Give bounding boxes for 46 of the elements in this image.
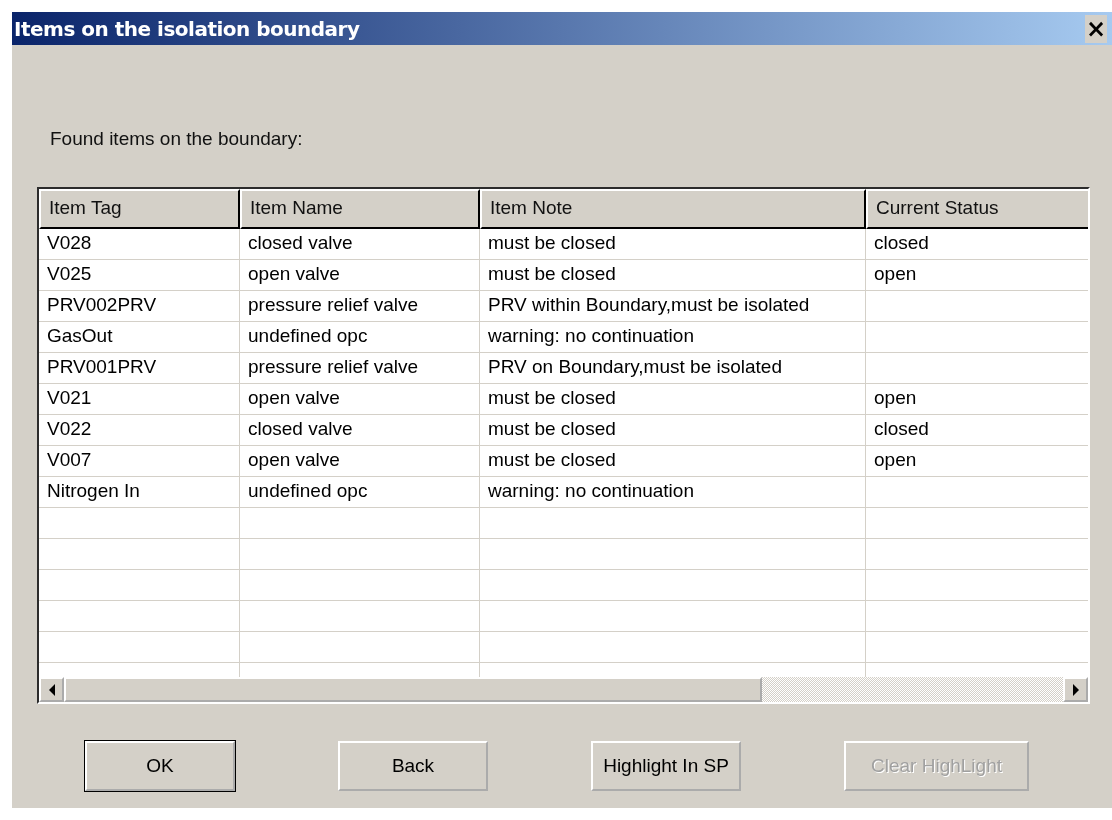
table-cell: open: [866, 260, 1088, 291]
scroll-thumb[interactable]: [64, 677, 762, 702]
window-title: Items on the isolation boundary: [13, 16, 361, 41]
table-cell: warning: no continuation: [480, 322, 866, 353]
column-header[interactable]: Item Tag: [39, 189, 240, 229]
table-cell: open valve: [240, 446, 480, 477]
dialog-button[interactable]: OK: [85, 741, 235, 791]
column-header[interactable]: Current Status: [866, 189, 1088, 229]
table-cell: closed valve: [240, 415, 480, 446]
horizontal-scrollbar[interactable]: [39, 677, 1088, 702]
table-cell: V025: [39, 260, 240, 291]
table-cell: GasOut: [39, 322, 240, 353]
table-cell: must be closed: [480, 415, 866, 446]
table-cell: V021: [39, 384, 240, 415]
scroll-right-icon[interactable]: [1063, 677, 1088, 702]
dialog-button[interactable]: Back: [338, 741, 488, 791]
table-cell: pressure relief valve: [240, 291, 480, 322]
scroll-left-icon[interactable]: [39, 677, 64, 702]
dialog-button[interactable]: Highlight In SP: [591, 741, 741, 791]
table-cell: must be closed: [480, 260, 866, 291]
table-cell: V028: [39, 229, 240, 260]
table-cell: open valve: [240, 260, 480, 291]
table-cell: must be closed: [480, 384, 866, 415]
table-cell: undefined opc: [240, 322, 480, 353]
table-cell: must be closed: [480, 229, 866, 260]
table-cell: V022: [39, 415, 240, 446]
table-cell: open valve: [240, 384, 480, 415]
table-cell: PRV within Boundary,must be isolated: [480, 291, 866, 322]
table-cell: Nitrogen In: [39, 477, 240, 508]
table-cell: undefined opc: [240, 477, 480, 508]
table-cell: closed valve: [240, 229, 480, 260]
table-cell: open: [866, 384, 1088, 415]
table-cell: warning: no continuation: [480, 477, 866, 508]
table-cell: PRV001PRV: [39, 353, 240, 384]
table-cell: pressure relief valve: [240, 353, 480, 384]
close-button[interactable]: ×: [1085, 14, 1107, 43]
table-cell: PRV002PRV: [39, 291, 240, 322]
prompt-label: Found items on the boundary:: [50, 128, 304, 150]
table-cell: PRV on Boundary,must be isolated: [480, 353, 866, 384]
table-cell: must be closed: [480, 446, 866, 477]
column-header[interactable]: Item Name: [240, 189, 480, 229]
table-cell: closed: [866, 415, 1088, 446]
column-header[interactable]: Item Note: [480, 189, 866, 229]
table-cell: V007: [39, 446, 240, 477]
table-cell: open: [866, 446, 1088, 477]
table-cell: closed: [866, 229, 1088, 260]
